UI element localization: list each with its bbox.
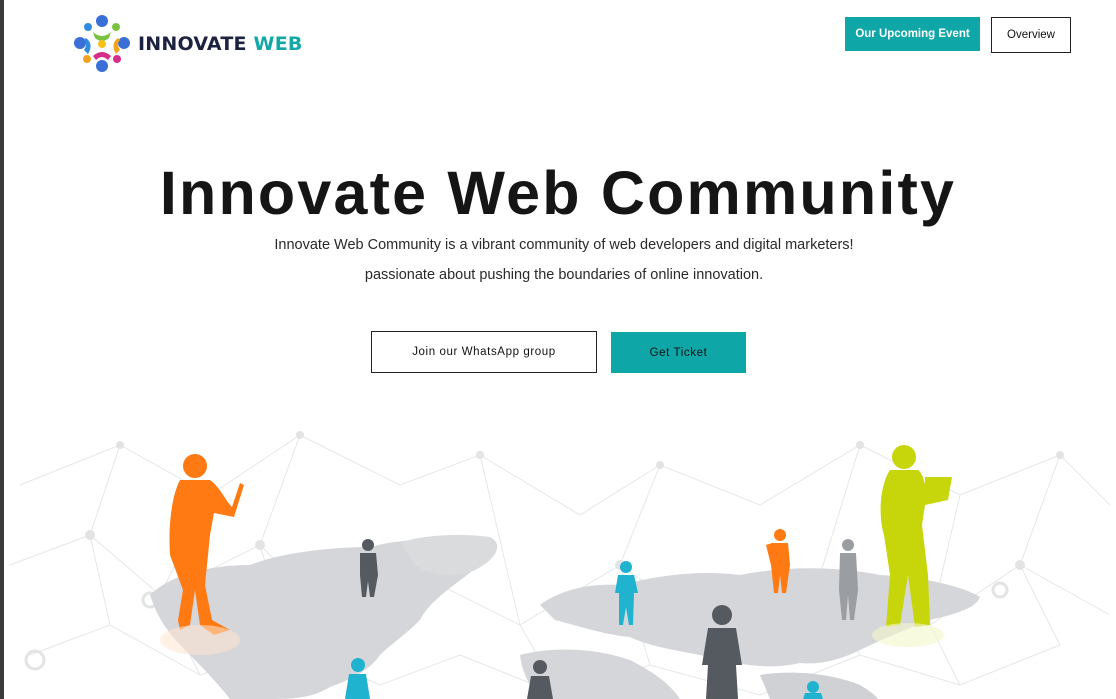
join-whatsapp-button[interactable]: Join our WhatsApp group xyxy=(371,331,597,373)
brand-name-part1: INNOVATE xyxy=(138,33,247,55)
brand-name: INNOVATE WEB xyxy=(138,33,303,55)
brand-name-part2: WEB xyxy=(253,33,303,55)
overview-button[interactable]: Overview xyxy=(991,17,1071,53)
brand-logo[interactable]: INNOVATE WEB xyxy=(72,15,303,73)
get-ticket-button[interactable]: Get Ticket xyxy=(611,332,746,373)
upcoming-event-button[interactable]: Our Upcoming Event xyxy=(845,17,980,51)
world-map-illustration xyxy=(9,431,1111,699)
hero-description-line1: Innovate Web Community is a vibrant comm… xyxy=(274,237,854,253)
hero-title: Innovate Web Community xyxy=(159,159,957,227)
page: INNOVATE WEB Our Upcoming Event Overview… xyxy=(0,0,1116,699)
hero-description-line2: passionate about pushing the boundaries … xyxy=(364,267,764,283)
people-circle-logo-icon xyxy=(74,15,130,72)
